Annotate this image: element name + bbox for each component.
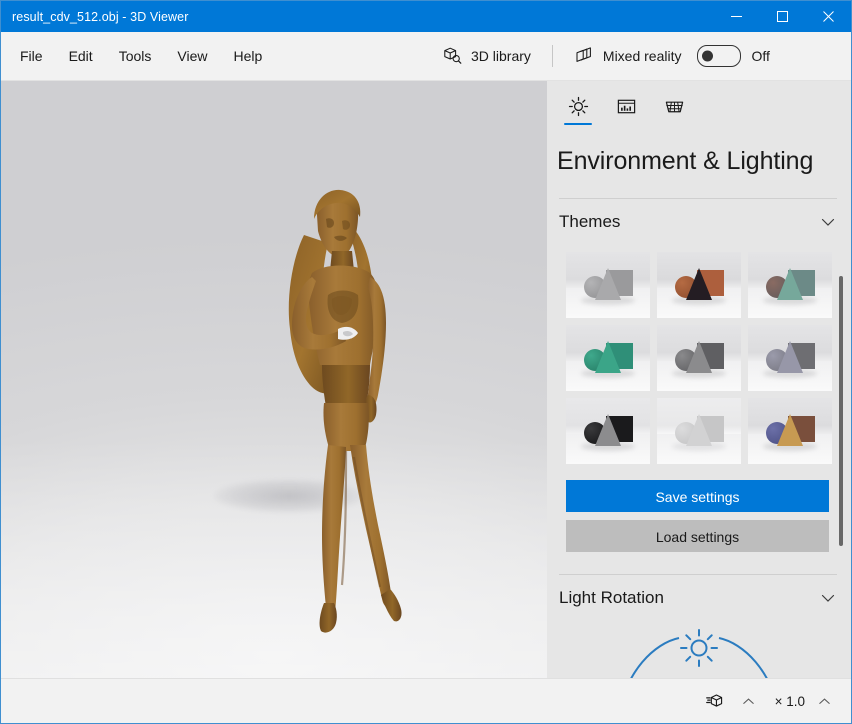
section-themes-header[interactable]: Themes (547, 199, 851, 245)
mixed-reality-label: Mixed reality (602, 48, 682, 64)
menu-item-view[interactable]: View (164, 41, 220, 71)
model-scale-button[interactable] (699, 686, 732, 717)
tab-statistics[interactable] (605, 87, 647, 125)
theme-thumbnail[interactable] (657, 398, 741, 464)
theme-thumbnail[interactable] (748, 252, 832, 318)
close-icon (822, 11, 834, 22)
zoom-group: × 1.0 (765, 688, 839, 715)
chevron-up-icon (819, 697, 830, 704)
themes-grid (547, 245, 851, 464)
mixed-reality-toggle-group: Off (693, 45, 770, 67)
theme-cone (595, 268, 621, 300)
model-scale-expand-button[interactable] (734, 688, 763, 715)
mixed-reality-state-label: Off (751, 48, 770, 64)
theme-cone (777, 414, 803, 446)
title-bar: result_cdv_512.obj - 3D Viewer (1, 1, 851, 32)
panel-scrollbar-thumb[interactable] (839, 276, 843, 546)
menu-item-tools[interactable]: Tools (106, 41, 165, 71)
model-scale-group (699, 686, 763, 717)
3d-model-mesh[interactable] (242, 189, 442, 649)
load-settings-button[interactable]: Load settings (566, 520, 829, 552)
cube-search-icon (444, 47, 462, 64)
theme-cone (686, 341, 712, 373)
mixed-reality-toggle[interactable] (696, 45, 741, 67)
tab-environment-lighting[interactable] (557, 87, 599, 125)
mixed-reality-icon (576, 47, 591, 62)
3d-library-button[interactable]: 3D library (431, 39, 542, 73)
status-bar: × 1.0 (1, 678, 851, 723)
theme-thumbnail[interactable] (657, 252, 741, 318)
stats-icon (617, 99, 635, 113)
minimize-icon (730, 16, 742, 17)
toolbar: 3D library Mixed reality Off (431, 32, 770, 80)
panel-scrollbar[interactable] (835, 181, 847, 674)
light-rotation-control[interactable] (547, 621, 851, 678)
section-light-rotation-title: Light Rotation (559, 588, 664, 607)
app-window: result_cdv_512.obj - 3D Viewer File Edit… (0, 0, 852, 724)
settings-panel-scroll: Environment & Lighting Themes Save setti… (547, 81, 851, 678)
close-button[interactable] (805, 1, 851, 32)
menu-item-help[interactable]: Help (220, 41, 275, 71)
theme-cone (686, 414, 712, 446)
toolbar-separator (551, 45, 553, 67)
grid-icon (665, 101, 683, 112)
maximize-button[interactable] (759, 1, 805, 32)
theme-thumbnail[interactable] (748, 325, 832, 391)
theme-cone (686, 268, 712, 300)
zoom-expand-button[interactable] (810, 688, 839, 715)
section-themes-title: Themes (559, 212, 621, 231)
theme-cone (595, 341, 621, 373)
toggle-knob (701, 50, 713, 62)
settings-buttons: Save settings Load settings (547, 464, 851, 552)
sun-icon[interactable] (678, 627, 720, 669)
theme-thumbnail[interactable] (657, 325, 741, 391)
theme-cone (595, 414, 621, 446)
menu-item-edit[interactable]: Edit (56, 41, 106, 71)
maximize-icon (776, 11, 788, 22)
menu-items: File Edit Tools View Help (1, 41, 275, 71)
chevron-up-icon (742, 697, 754, 704)
tab-grid[interactable] (653, 87, 695, 125)
theme-thumbnail[interactable] (566, 398, 650, 464)
content-area: Environment & Lighting Themes Save setti… (1, 81, 851, 678)
theme-thumbnail[interactable] (566, 252, 650, 318)
window-title: result_cdv_512.obj - 3D Viewer (12, 9, 189, 24)
minimize-button[interactable] (713, 1, 759, 32)
tab-active-indicator (564, 122, 592, 125)
window-controls (713, 1, 851, 32)
model-scale-icon (705, 693, 722, 707)
section-light-rotation-header[interactable]: Light Rotation (547, 575, 851, 621)
menu-bar: File Edit Tools View Help 3D library Mix… (1, 32, 851, 81)
menu-item-file[interactable]: File (7, 41, 56, 71)
sun-icon (568, 96, 588, 116)
3d-viewport[interactable] (1, 81, 547, 678)
panel-tabs (547, 81, 851, 125)
theme-thumbnail[interactable] (748, 398, 832, 464)
panel-title: Environment & Lighting (557, 147, 814, 175)
theme-cone (777, 268, 803, 300)
save-settings-button[interactable]: Save settings (566, 480, 829, 512)
mixed-reality-button[interactable]: Mixed reality (563, 39, 693, 73)
3d-library-label: 3D library (471, 48, 531, 64)
settings-panel: Environment & Lighting Themes Save setti… (547, 81, 851, 678)
theme-thumbnail[interactable] (566, 325, 650, 391)
theme-cone (777, 341, 803, 373)
zoom-level-label: × 1.0 (774, 693, 805, 709)
